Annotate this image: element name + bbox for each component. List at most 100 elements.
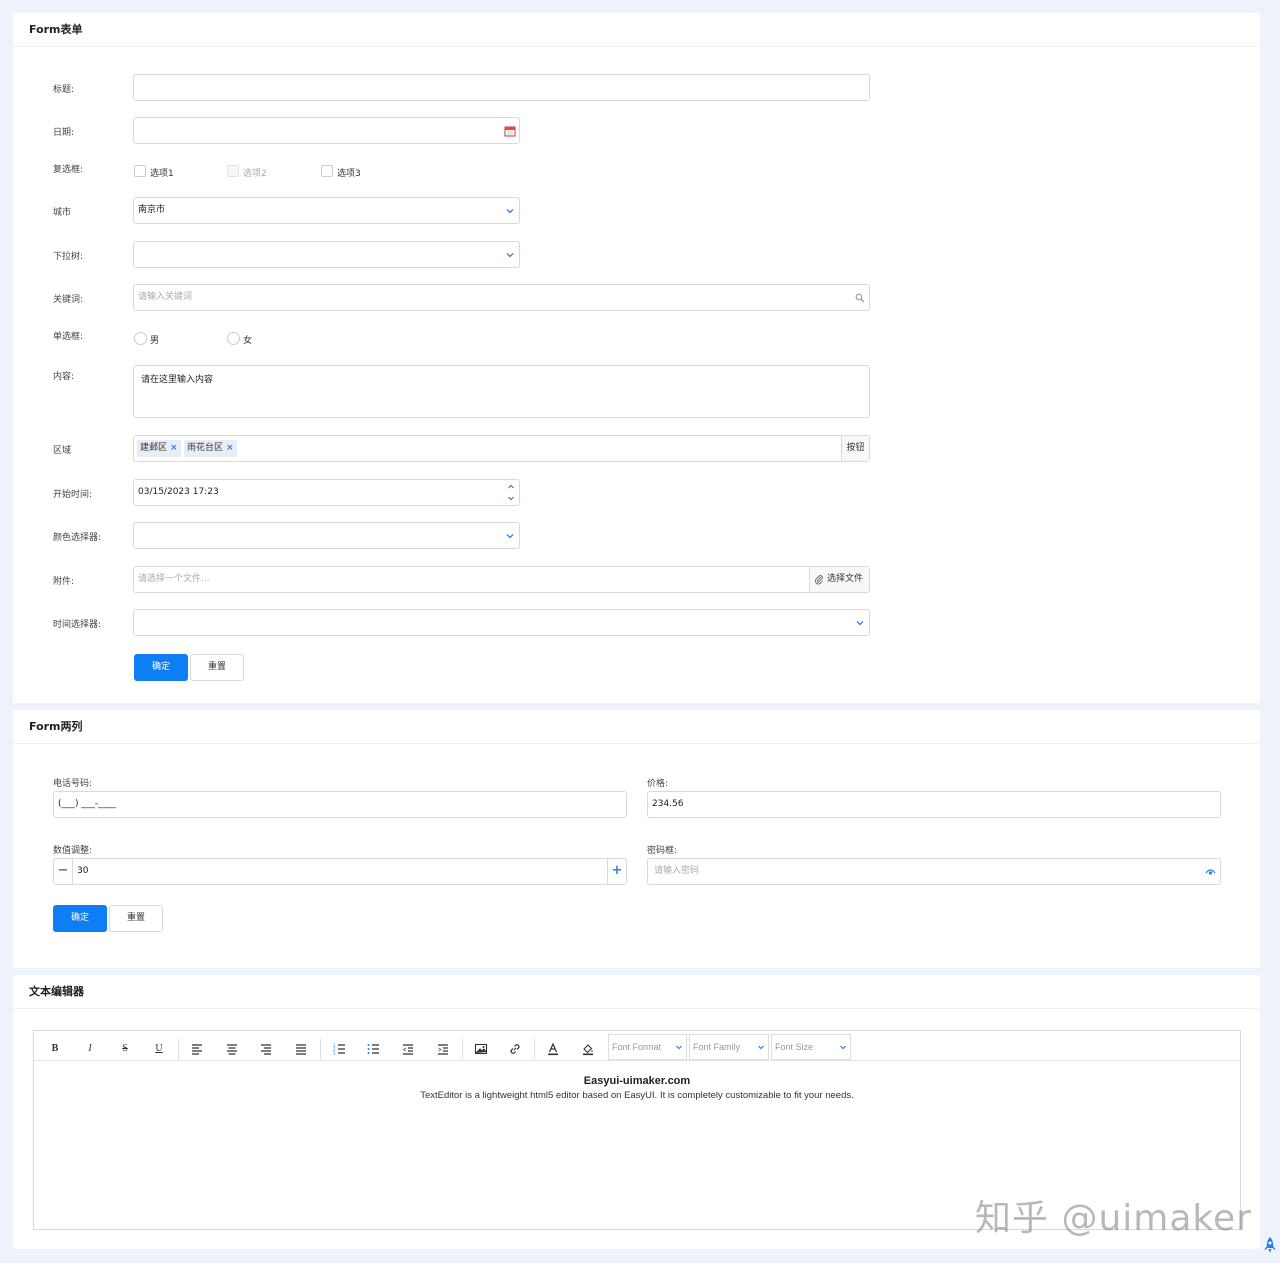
outdent-icon[interactable] bbox=[399, 1040, 417, 1058]
time-picker-select[interactable] bbox=[133, 609, 870, 636]
font-family-select[interactable]: Font Family bbox=[689, 1034, 769, 1060]
attachment-placeholder: 请选择一个文件... bbox=[138, 574, 210, 584]
phone-label: 电话号码: bbox=[53, 779, 93, 789]
keyword-placeholder: 请输入关键词 bbox=[138, 292, 193, 302]
chevron-down-icon[interactable] bbox=[504, 249, 516, 261]
title-input[interactable] bbox=[133, 74, 870, 101]
increment-button[interactable]: + bbox=[607, 859, 626, 884]
close-icon[interactable]: × bbox=[226, 443, 234, 453]
italic-icon[interactable]: I bbox=[81, 1040, 99, 1058]
area-tagbox[interactable]: 建邺区 × 雨花台区 × 按钮 bbox=[133, 435, 870, 462]
chevron-down-icon[interactable] bbox=[854, 617, 866, 629]
password-input[interactable]: 请输入密码 bbox=[647, 858, 1221, 885]
content-textarea-value: 请在这里输入内容 bbox=[141, 375, 214, 385]
font-size-select[interactable]: Font Size bbox=[771, 1034, 851, 1060]
phone-input[interactable]: (___) ___-____ bbox=[53, 791, 627, 818]
confirm-button[interactable]: 确定 bbox=[134, 654, 188, 681]
area-tag-label: 雨花台区 bbox=[187, 443, 224, 453]
chevron-up-icon[interactable] bbox=[506, 482, 516, 492]
checkbox-option-2[interactable] bbox=[227, 165, 239, 177]
ordered-list-icon[interactable]: 123 bbox=[330, 1040, 348, 1058]
panel-title: 文本编辑器 bbox=[13, 975, 1260, 1009]
radio-label: 单选框: bbox=[53, 332, 84, 342]
form-panel: Form表单 标题: 日期: 复选框: 选项1 选项2 选项3 城市 南京市 下… bbox=[13, 13, 1260, 703]
align-right-icon[interactable] bbox=[257, 1040, 275, 1058]
reset-button[interactable]: 重置 bbox=[190, 654, 244, 681]
choose-file-button[interactable]: 选择文件 bbox=[809, 567, 869, 592]
image-icon[interactable] bbox=[472, 1040, 490, 1058]
font-family-label: Font Family bbox=[693, 1042, 741, 1052]
checkbox-option-1[interactable] bbox=[134, 165, 146, 177]
radio-option-female-label: 女 bbox=[243, 336, 253, 346]
indent-icon[interactable] bbox=[434, 1040, 452, 1058]
align-center-icon[interactable] bbox=[223, 1040, 241, 1058]
checkbox-option-3[interactable] bbox=[321, 165, 333, 177]
checkbox-option-2-label: 选项2 bbox=[243, 169, 267, 179]
font-color-icon[interactable] bbox=[544, 1040, 562, 1058]
radio-option-male[interactable] bbox=[134, 332, 147, 345]
color-picker-label: 颜色选择器: bbox=[53, 533, 102, 543]
city-label: 城市 bbox=[53, 208, 72, 218]
time-picker-label: 时间选择器: bbox=[53, 620, 102, 630]
toolbar-divider bbox=[534, 1039, 535, 1059]
watermark: 知乎 @uimaker bbox=[975, 1198, 1252, 1239]
chevron-down-icon bbox=[676, 1045, 682, 1050]
align-left-icon[interactable] bbox=[188, 1040, 206, 1058]
unordered-list-icon[interactable] bbox=[364, 1040, 382, 1058]
area-label: 区域 bbox=[53, 446, 72, 456]
svg-text:3: 3 bbox=[333, 1051, 336, 1056]
price-input[interactable]: 234.56 bbox=[647, 791, 1221, 818]
underline-icon[interactable]: U bbox=[150, 1040, 168, 1058]
panel-title: Form表单 bbox=[13, 13, 1260, 47]
bold-icon[interactable]: B bbox=[46, 1040, 64, 1058]
price-input-value: 234.56 bbox=[652, 799, 684, 809]
background-color-icon[interactable] bbox=[579, 1040, 597, 1058]
font-format-select[interactable]: Font Format bbox=[608, 1034, 687, 1060]
toolbar-divider bbox=[320, 1039, 321, 1059]
radio-option-male-label: 男 bbox=[150, 336, 160, 346]
reset-button[interactable]: 重置 bbox=[109, 905, 163, 932]
number-stepper[interactable]: − 30 + bbox=[53, 858, 627, 885]
start-time-spinner[interactable]: 03/15/2023 17:23 bbox=[133, 479, 520, 506]
panel-title: Form两列 bbox=[13, 710, 1260, 744]
toolbar-divider bbox=[462, 1039, 463, 1059]
color-picker-select[interactable] bbox=[133, 522, 520, 549]
chevron-down-icon[interactable] bbox=[504, 205, 516, 217]
content-textarea[interactable]: 请在这里输入内容 bbox=[133, 365, 870, 418]
radio-option-female[interactable] bbox=[227, 332, 240, 345]
chevron-down-icon[interactable] bbox=[504, 530, 516, 542]
confirm-button[interactable]: 确定 bbox=[53, 905, 107, 932]
area-button[interactable]: 按钮 bbox=[841, 436, 869, 461]
city-select[interactable]: 南京市 bbox=[133, 197, 520, 224]
paperclip-icon bbox=[814, 575, 823, 585]
checkbox-option-3-label: 选项3 bbox=[337, 169, 361, 179]
attachment-label: 附件: bbox=[53, 577, 75, 587]
search-icon[interactable] bbox=[855, 293, 865, 303]
font-size-label: Font Size bbox=[775, 1042, 814, 1052]
keyword-label: 关键词: bbox=[53, 295, 84, 305]
rocket-icon[interactable] bbox=[1262, 1236, 1278, 1256]
eye-icon[interactable] bbox=[1205, 867, 1216, 877]
number-label: 数值调整: bbox=[53, 846, 93, 856]
area-tag[interactable]: 建邺区 × bbox=[137, 440, 181, 457]
chevron-down-icon[interactable] bbox=[506, 493, 516, 503]
strikethrough-icon[interactable]: S bbox=[116, 1040, 134, 1058]
link-icon[interactable] bbox=[506, 1040, 524, 1058]
start-time-label: 开始时间: bbox=[53, 490, 93, 500]
attachment-filebox[interactable]: 请选择一个文件... 选择文件 bbox=[133, 566, 870, 593]
editor-content-text: TextEditor is a lightweight html5 editor… bbox=[420, 1090, 854, 1101]
keyword-search-input[interactable]: 请输入关键词 bbox=[133, 284, 870, 311]
toolbar-divider bbox=[178, 1039, 179, 1059]
calendar-icon[interactable] bbox=[504, 125, 516, 137]
area-tag-label: 建邺区 bbox=[140, 443, 168, 453]
decrement-button[interactable]: − bbox=[54, 859, 73, 884]
phone-input-value: (___) ___-____ bbox=[58, 799, 117, 809]
area-tag[interactable]: 雨花台区 × bbox=[184, 440, 237, 457]
close-icon[interactable]: × bbox=[170, 443, 178, 453]
align-justify-icon[interactable] bbox=[292, 1040, 310, 1058]
date-input[interactable] bbox=[133, 117, 520, 144]
dropdown-tree-select[interactable] bbox=[133, 241, 520, 268]
password-placeholder: 请输入密码 bbox=[654, 866, 700, 876]
date-label: 日期: bbox=[53, 128, 75, 138]
price-label: 价格: bbox=[647, 779, 669, 789]
